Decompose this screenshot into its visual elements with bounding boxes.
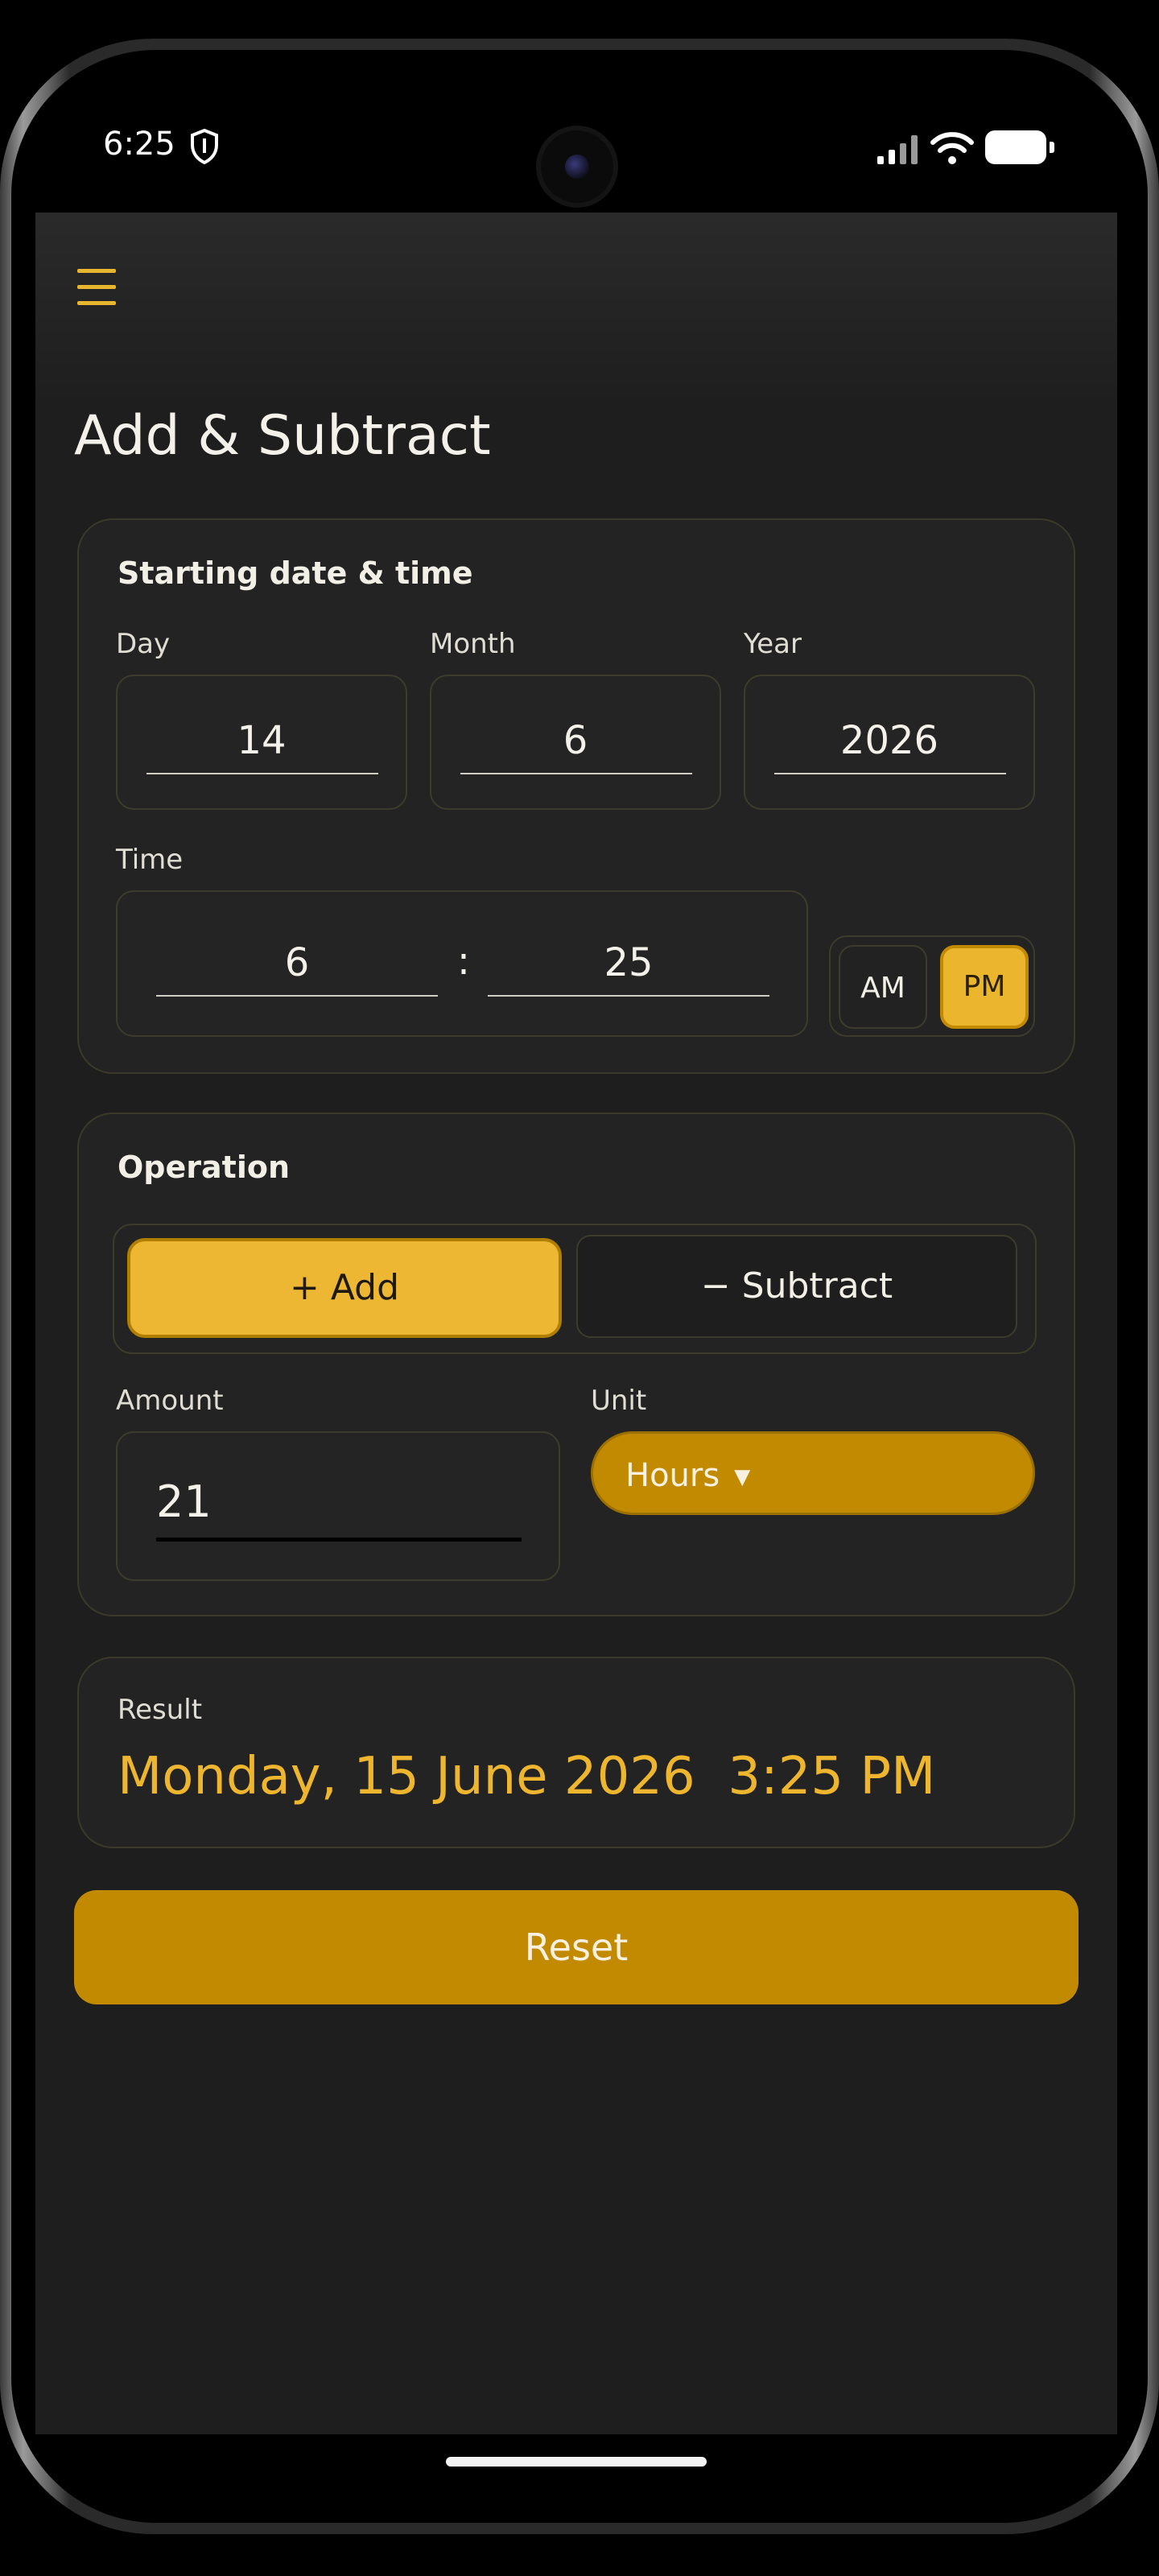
month-underline bbox=[460, 773, 692, 774]
reset-button[interactable]: Reset bbox=[74, 1890, 1079, 2004]
hamburger-menu-icon[interactable] bbox=[77, 269, 119, 308]
time-separator: : bbox=[456, 939, 471, 984]
front-camera bbox=[541, 130, 613, 203]
amount-underline bbox=[156, 1538, 522, 1542]
year-value: 2026 bbox=[839, 718, 939, 763]
amount-field[interactable]: 21 bbox=[116, 1431, 560, 1581]
day-value: 14 bbox=[237, 718, 287, 763]
hour-underline bbox=[156, 995, 438, 997]
app-screen: Add & Subtract Starting date & time Day … bbox=[35, 213, 1117, 2434]
add-button[interactable]: + Add bbox=[127, 1238, 562, 1338]
hour-value[interactable]: 6 bbox=[156, 940, 438, 985]
result-label: Result bbox=[118, 1694, 203, 1726]
top-app-bar bbox=[35, 213, 1117, 406]
day-field[interactable]: 14 bbox=[116, 675, 407, 810]
operation-toggle: + Add − Subtract bbox=[113, 1224, 1037, 1354]
unit-dropdown[interactable]: Hours ▼ bbox=[591, 1431, 1035, 1515]
signal-icon bbox=[876, 134, 921, 169]
time-label: Time bbox=[116, 844, 184, 876]
card-title: Starting date & time bbox=[118, 555, 473, 591]
am-pm-toggle: AM PM bbox=[829, 935, 1035, 1037]
unit-label: Unit bbox=[591, 1385, 647, 1417]
status-time: 6:25 bbox=[103, 126, 175, 163]
month-value: 6 bbox=[563, 718, 588, 763]
am-button[interactable]: AM bbox=[839, 945, 927, 1029]
card-title: Operation bbox=[118, 1150, 291, 1185]
day-label: Day bbox=[116, 628, 171, 660]
day-underline bbox=[146, 773, 378, 774]
page-title: Add & Subtract bbox=[74, 404, 491, 468]
month-label: Month bbox=[430, 628, 516, 660]
subtract-button[interactable]: − Subtract bbox=[576, 1235, 1017, 1338]
home-indicator[interactable] bbox=[446, 2457, 707, 2467]
year-field[interactable]: 2026 bbox=[744, 675, 1035, 810]
month-field[interactable]: 6 bbox=[430, 675, 721, 810]
battery-icon bbox=[985, 130, 1054, 164]
pm-button[interactable]: PM bbox=[940, 945, 1029, 1029]
wifi-icon bbox=[930, 130, 974, 169]
year-label: Year bbox=[744, 628, 802, 660]
amount-value: 21 bbox=[156, 1476, 212, 1527]
chevron-down-icon: ▼ bbox=[734, 1465, 751, 1489]
result-card: Result Monday, 15 June 2026 3:25 PM bbox=[77, 1657, 1075, 1848]
time-field: 6 : 25 bbox=[116, 890, 808, 1037]
year-underline bbox=[774, 773, 1006, 774]
minute-underline bbox=[488, 995, 769, 997]
unit-value: Hours bbox=[625, 1457, 720, 1494]
status-bar: 6:25 bbox=[0, 0, 1159, 213]
shield-icon bbox=[190, 128, 219, 167]
amount-label: Amount bbox=[116, 1385, 224, 1417]
result-value: Monday, 15 June 2026 3:25 PM bbox=[118, 1747, 936, 1806]
minute-value[interactable]: 25 bbox=[488, 940, 769, 985]
